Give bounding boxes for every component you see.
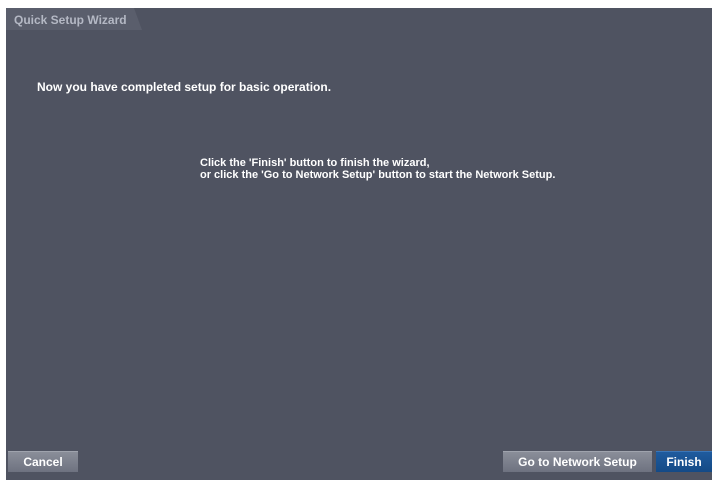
wizard-window: Quick Setup Wizard Now you have complete… xyxy=(6,8,712,480)
window-title: Quick Setup Wizard xyxy=(14,13,127,27)
cancel-button[interactable]: Cancel xyxy=(8,451,78,472)
instruction-line-1: Click the 'Finish' button to finish the … xyxy=(200,157,430,169)
finish-button[interactable]: Finish xyxy=(656,451,712,472)
completion-message: Now you have completed setup for basic o… xyxy=(37,80,332,94)
instruction-line-2: or click the 'Go to Network Setup' butto… xyxy=(200,169,556,181)
go-to-network-setup-button[interactable]: Go to Network Setup xyxy=(503,451,652,472)
instructions: Click the 'Finish' button to finish the … xyxy=(200,157,555,181)
